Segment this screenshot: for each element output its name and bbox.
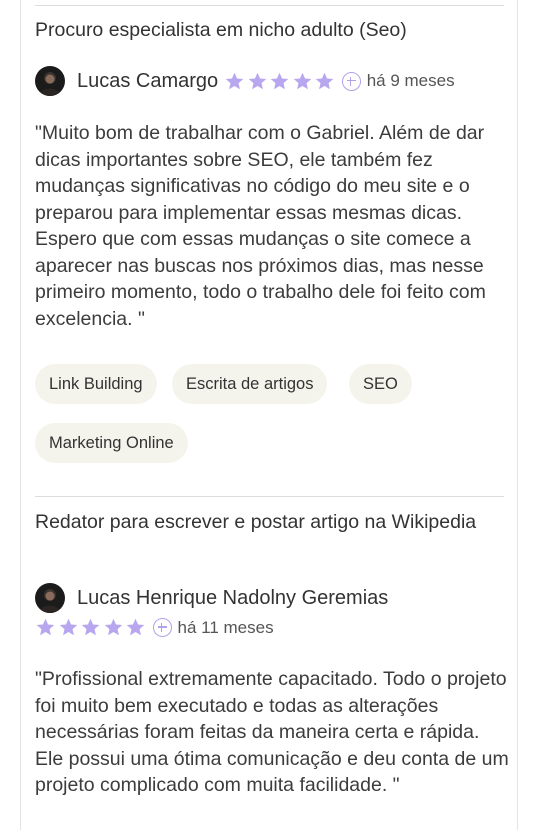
rating-row: há 11 meses bbox=[35, 617, 274, 638]
star-icon bbox=[59, 618, 77, 636]
tag-escrita-de-artigos[interactable]: Escrita de artigos bbox=[172, 364, 328, 404]
divider bbox=[35, 496, 504, 497]
star-icon bbox=[81, 618, 100, 636]
reviewer-row: Lucas Henrique Nadolny Geremias bbox=[35, 583, 394, 613]
star-icon bbox=[126, 618, 145, 636]
reviewer-name[interactable]: Lucas Henrique Nadolny Geremias bbox=[77, 587, 388, 610]
plus-circle-icon[interactable] bbox=[152, 618, 172, 637]
avatar[interactable] bbox=[35, 583, 65, 613]
star-icon bbox=[104, 618, 122, 636]
reviewer-row: Lucas Camargo há 9 meses bbox=[35, 66, 455, 96]
star-rating bbox=[35, 617, 148, 638]
tag-marketing-online[interactable]: Marketing Online bbox=[35, 423, 188, 463]
avatar[interactable] bbox=[35, 66, 65, 96]
review-text: "Profissional extremamente capacitado. T… bbox=[35, 668, 509, 796]
star-icon bbox=[225, 72, 244, 89]
review-title[interactable]: Procuro especialista em nicho adulto (Se… bbox=[35, 18, 505, 43]
star-icon bbox=[248, 72, 266, 89]
tag-link-building[interactable]: Link Building bbox=[35, 364, 157, 404]
reviewer-name[interactable]: Lucas Camargo bbox=[77, 70, 218, 93]
tag-seo[interactable]: SEO bbox=[349, 364, 412, 404]
divider bbox=[35, 5, 504, 6]
star-icon bbox=[270, 72, 289, 89]
star-rating bbox=[224, 71, 337, 92]
review-text: "Muito bom de trabalhar com o Gabriel. A… bbox=[35, 122, 486, 330]
star-icon bbox=[36, 618, 55, 636]
star-icon bbox=[315, 72, 334, 89]
review-time: há 11 meses bbox=[177, 617, 274, 637]
review-time: há 9 meses bbox=[366, 71, 455, 90]
review-title[interactable]: Redator para escrever e postar artigo na… bbox=[35, 510, 505, 535]
star-icon bbox=[293, 72, 311, 89]
plus-circle-icon[interactable] bbox=[341, 71, 361, 91]
